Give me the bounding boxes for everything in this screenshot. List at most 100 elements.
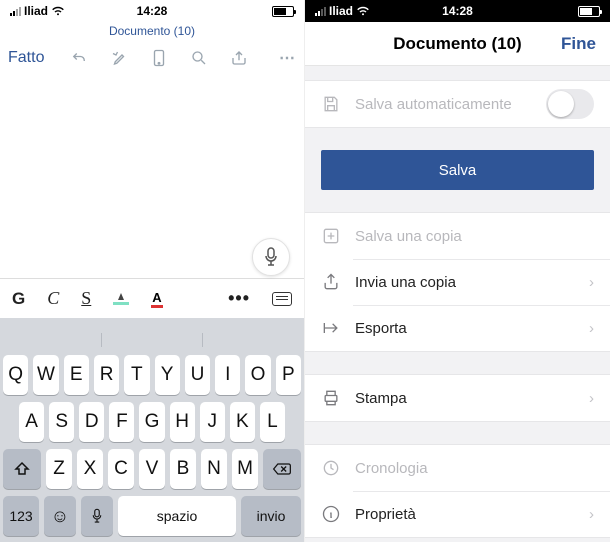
editor-toolbar: Fatto ⋯ (0, 38, 304, 78)
key-h[interactable]: H (170, 402, 195, 442)
key-row-1: QWERTYUIOP (3, 355, 301, 395)
key-row-2: ASDFGHJKL (3, 402, 301, 442)
more-icon[interactable]: ⋯ (279, 48, 296, 68)
key-p[interactable]: P (276, 355, 301, 395)
chevron-right-icon: › (589, 390, 594, 407)
device-icon[interactable] (150, 49, 168, 67)
export-label: Esporta (355, 320, 407, 337)
dictation-fab[interactable] (252, 238, 290, 276)
numbers-key[interactable]: 123 (3, 496, 39, 536)
key-t[interactable]: T (124, 355, 149, 395)
format-more-button[interactable]: ••• (228, 288, 250, 309)
clock: 14:28 (442, 4, 473, 18)
send-copy-label: Invia una copia (355, 274, 456, 291)
wifi-icon (356, 6, 370, 16)
italic-button[interactable]: C (47, 288, 59, 309)
space-key[interactable]: spazio (118, 496, 236, 536)
send-copy-row[interactable]: Invia una copia › (305, 259, 610, 305)
battery-icon (272, 6, 294, 17)
format-bar: G C S A ••• (0, 278, 304, 318)
signal-icon (10, 7, 21, 16)
done-button[interactable]: Fatto (8, 49, 44, 67)
editor-screen: Iliad 14:28 Documento (10) Fatto ⋯ G C S… (0, 0, 305, 542)
key-e[interactable]: E (64, 355, 89, 395)
status-bar: Iliad 14:28 (0, 0, 304, 22)
history-icon (321, 458, 341, 478)
document-canvas[interactable] (0, 78, 304, 278)
done-button[interactable]: Fine (561, 34, 596, 54)
menu-title: Documento (10) (393, 34, 521, 54)
status-bar: Iliad 14:28 (305, 0, 610, 22)
key-a[interactable]: A (19, 402, 44, 442)
underline-button[interactable]: S (81, 288, 91, 309)
battery-icon (578, 6, 600, 17)
key-v[interactable]: V (139, 449, 165, 489)
emoji-key[interactable]: ☺ (44, 496, 76, 536)
key-q[interactable]: Q (3, 355, 28, 395)
properties-row[interactable]: Proprietà › (305, 491, 610, 537)
font-color-button[interactable]: A (151, 290, 162, 308)
key-j[interactable]: J (200, 402, 225, 442)
key-row-bottom: 123 ☺ spazio invio (3, 496, 301, 536)
autosave-row: Salva automaticamente (305, 81, 610, 127)
key-l[interactable]: L (260, 402, 285, 442)
autosave-toggle[interactable] (546, 89, 594, 119)
print-icon (321, 388, 341, 408)
key-i[interactable]: I (215, 355, 240, 395)
highlight-button[interactable] (113, 293, 129, 305)
mic-key[interactable] (81, 496, 113, 536)
properties-label: Proprietà (355, 506, 416, 523)
carrier-label: Iliad (24, 4, 48, 18)
key-o[interactable]: O (245, 355, 270, 395)
key-b[interactable]: B (170, 449, 196, 489)
document-title: Documento (10) (0, 22, 304, 38)
search-icon[interactable] (190, 49, 208, 67)
key-f[interactable]: F (109, 402, 134, 442)
undo-icon[interactable] (70, 49, 88, 67)
keyboard-toggle-icon[interactable] (272, 292, 292, 306)
print-label: Stampa (355, 390, 407, 407)
chevron-right-icon: › (589, 320, 594, 337)
save-copy-row: Salva una copia (305, 213, 610, 259)
carrier-label: Iliad (329, 4, 353, 18)
send-copy-icon (321, 272, 341, 292)
key-d[interactable]: D (79, 402, 104, 442)
history-label: Cronologia (355, 460, 428, 477)
signal-icon (315, 7, 326, 16)
key-y[interactable]: Y (155, 355, 180, 395)
key-z[interactable]: Z (46, 449, 72, 489)
key-w[interactable]: W (33, 355, 58, 395)
key-x[interactable]: X (77, 449, 103, 489)
format-pen-icon[interactable] (110, 49, 128, 67)
key-u[interactable]: U (185, 355, 210, 395)
key-k[interactable]: K (230, 402, 255, 442)
chevron-right-icon: › (589, 274, 594, 291)
save-button[interactable]: Salva (321, 150, 594, 190)
key-g[interactable]: G (139, 402, 164, 442)
info-icon (321, 504, 341, 524)
export-icon (321, 318, 341, 338)
shift-key[interactable] (3, 449, 41, 489)
chevron-right-icon: › (589, 506, 594, 523)
save-copy-icon (321, 226, 341, 246)
key-row-3: ZXCVBNM (3, 449, 301, 489)
share-icon[interactable] (230, 49, 248, 67)
suggestion-bar[interactable] (3, 322, 301, 348)
menu-body: Salva automaticamente Salva Salva una co… (305, 66, 610, 542)
file-menu-screen: Iliad 14:28 Documento (10) Fine Salva au… (305, 0, 610, 542)
onscreen-keyboard: QWERTYUIOP ASDFGHJKL ZXCVBNM 123 ☺ spazi… (0, 318, 304, 542)
bold-button[interactable]: G (12, 289, 25, 309)
export-row[interactable]: Esporta › (305, 305, 610, 351)
key-s[interactable]: S (49, 402, 74, 442)
key-m[interactable]: M (232, 449, 258, 489)
key-n[interactable]: N (201, 449, 227, 489)
save-copy-label: Salva una copia (355, 228, 462, 245)
enter-key[interactable]: invio (241, 496, 301, 536)
backspace-key[interactable] (263, 449, 301, 489)
autosave-label: Salva automaticamente (355, 96, 512, 113)
key-c[interactable]: C (108, 449, 134, 489)
print-row[interactable]: Stampa › (305, 375, 610, 421)
autosave-icon (321, 94, 341, 114)
clock: 14:28 (137, 4, 168, 18)
key-r[interactable]: R (94, 355, 119, 395)
